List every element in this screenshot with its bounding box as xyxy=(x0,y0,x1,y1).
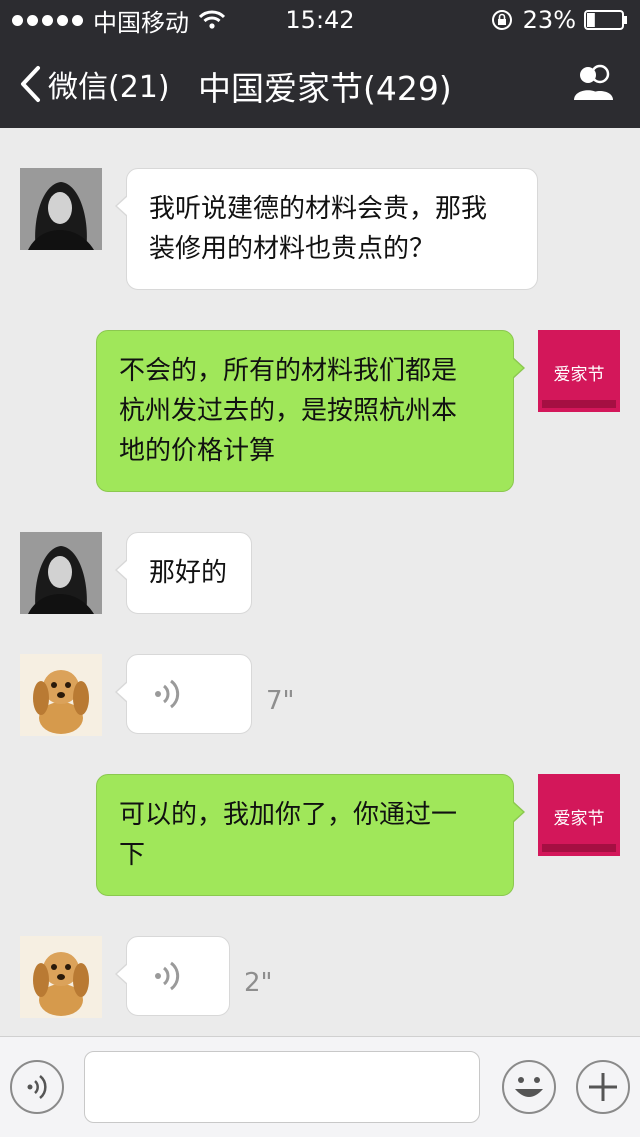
avatar-girl[interactable] xyxy=(20,168,102,250)
back-button[interactable]: 微信(21) xyxy=(18,62,170,106)
avatar-brand-logo[interactable]: 爱家节 xyxy=(538,774,620,856)
voice-message-bubble-2[interactable] xyxy=(115,936,230,1016)
message-input[interactable] xyxy=(84,1051,480,1123)
avatar-brand-logo[interactable]: 爱家节 xyxy=(538,330,620,412)
avatar-puppy[interactable] xyxy=(20,654,102,736)
message-bubble-3[interactable]: 那好的 xyxy=(115,532,252,614)
voice-wave-icon xyxy=(155,679,180,709)
message-line: 地的价格计算 xyxy=(119,436,276,466)
message-line: 装修用的材料也贵点的？ xyxy=(149,234,436,264)
battery-percent: 23% xyxy=(522,6,576,34)
message-line: 那好的 xyxy=(149,558,228,588)
back-label: 微信(21) xyxy=(48,70,170,105)
message-line: 杭州发过去的，是按照杭州本 xyxy=(119,396,458,426)
status-right: 23% xyxy=(491,6,628,34)
voice-message-bubble-1[interactable] xyxy=(115,654,252,734)
message-bubble-2[interactable]: 不会的，所有的材料我们都是 杭州发过去的，是按照杭州本 地的价格计算 xyxy=(96,330,525,492)
status-bar: 中国移动 15:42 23% xyxy=(0,0,640,40)
voice-duration: 2" xyxy=(244,968,273,998)
input-bar xyxy=(0,1036,640,1137)
message-line: 不会的，所有的材料我们都是 xyxy=(119,356,458,386)
chevron-left-icon xyxy=(21,66,40,102)
voice-mode-icon[interactable] xyxy=(9,1059,65,1115)
emoji-icon[interactable] xyxy=(501,1059,557,1115)
voice-duration: 7" xyxy=(266,686,295,716)
voice-wave-icon xyxy=(155,961,180,991)
avatar-puppy[interactable] xyxy=(20,936,102,1018)
group-contacts-icon[interactable] xyxy=(570,62,618,104)
message-line: 下 xyxy=(119,840,146,870)
nav-bar: 微信(21) 中国爱家节(429) xyxy=(0,40,640,128)
rotation-lock-icon xyxy=(491,10,512,30)
avatar-girl[interactable] xyxy=(20,532,102,614)
chat-title: 中国爱家节(429) xyxy=(198,69,452,108)
message-bubble-5[interactable]: 可以的，我加你了，你通过一 下 xyxy=(96,774,525,896)
message-line: 我听说建德的材料会贵，那我 xyxy=(149,194,488,224)
brand-logo-text: 爱家节 xyxy=(554,809,605,829)
battery-icon xyxy=(584,10,627,30)
brand-logo-text: 爱家节 xyxy=(554,365,605,385)
message-line: 可以的，我加你了，你通过一 xyxy=(119,800,458,830)
message-bubble-1[interactable]: 我听说建德的材料会贵，那我 装修用的材料也贵点的？ xyxy=(115,168,538,290)
message-list[interactable]: 我听说建德的材料会贵，那我 装修用的材料也贵点的？ 不会的，所有的材料我们都是 … xyxy=(0,128,640,1036)
plus-icon[interactable] xyxy=(575,1059,631,1115)
